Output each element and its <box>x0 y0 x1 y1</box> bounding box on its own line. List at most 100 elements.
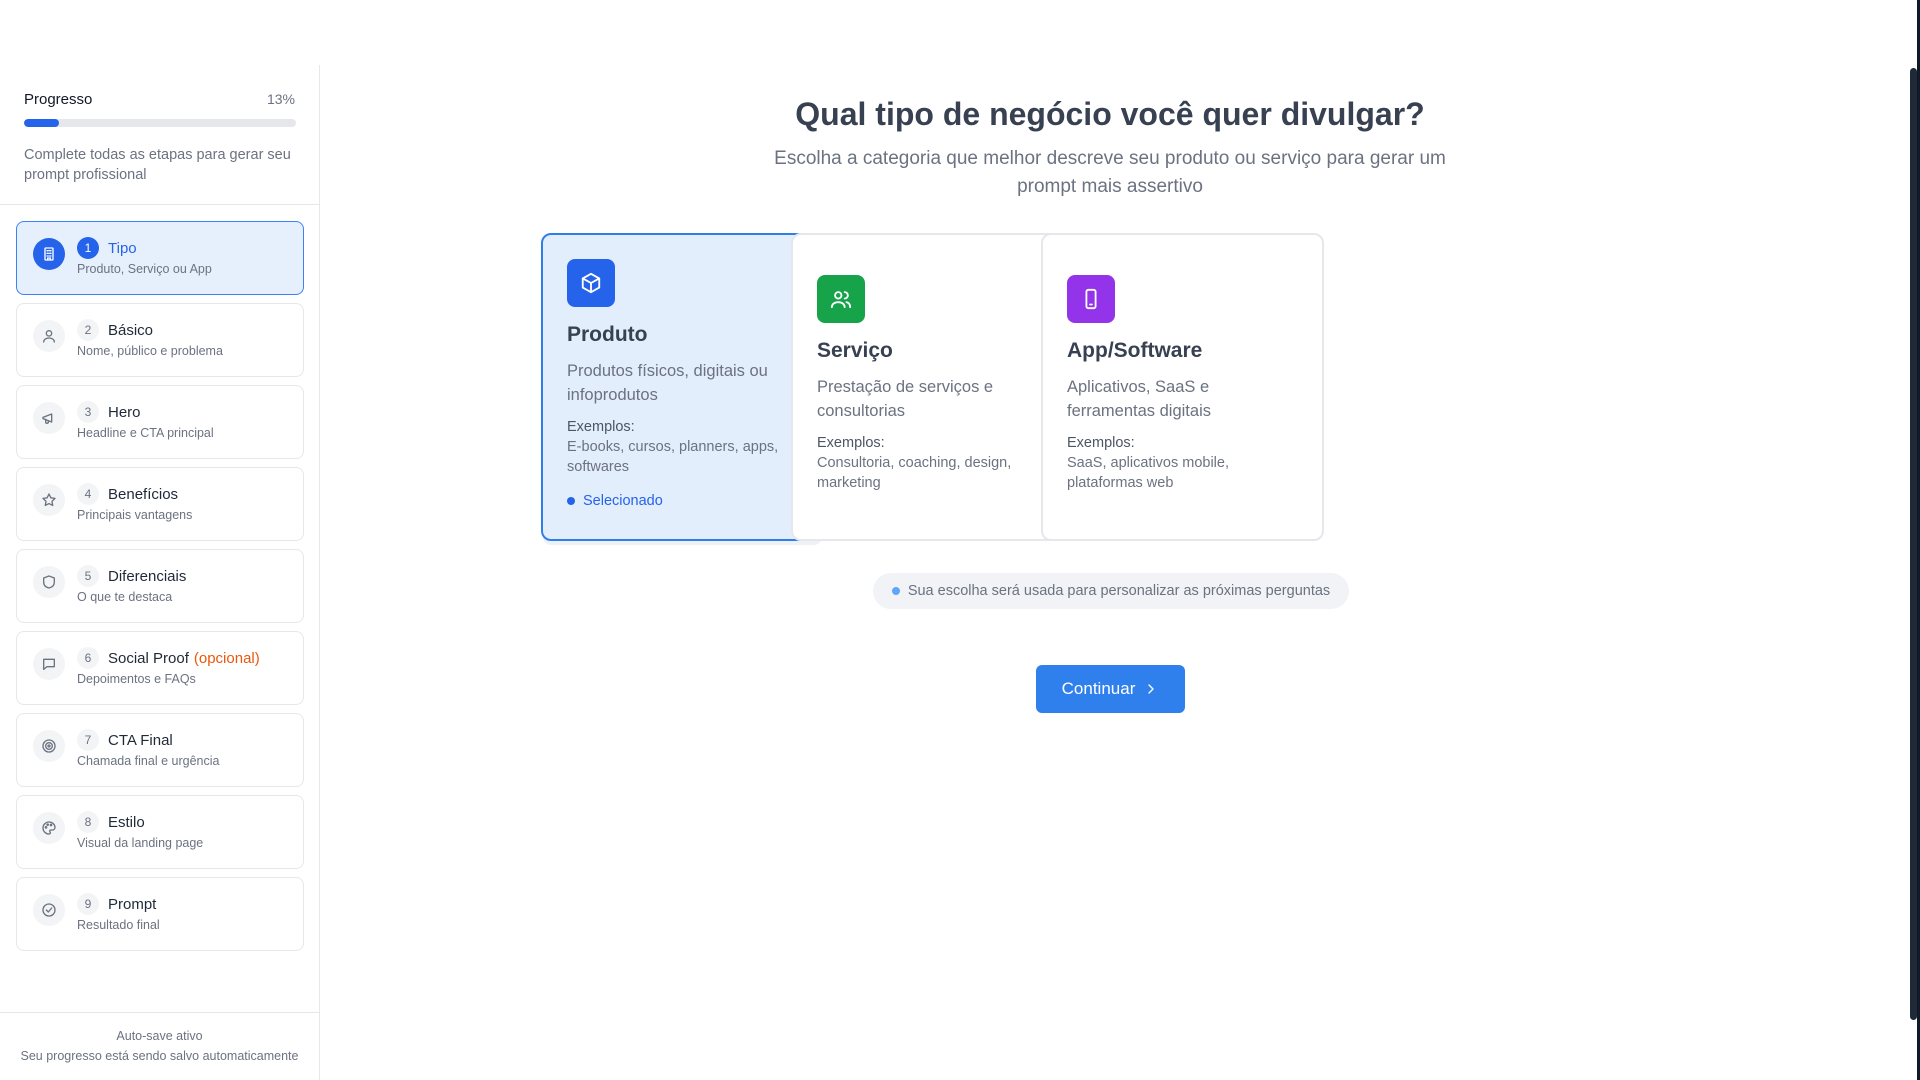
step-number: 3 <box>77 401 99 423</box>
sidebar-step-9[interactable]: 9 Prompt Resultado final <box>16 877 304 951</box>
sidebar-step-5[interactable]: 5 Diferenciais O que te destaca <box>16 549 304 623</box>
sidebar: Progresso 13% Complete todas as etapas p… <box>0 65 320 1080</box>
sidebar-step-2[interactable]: 2 Básico Nome, público e problema <box>16 303 304 377</box>
step-title-row: 3 Hero <box>77 401 214 423</box>
sidebar-step-7[interactable]: 7 CTA Final Chamada final e urgência <box>16 713 304 787</box>
card-description: Produtos físicos, digitais ou infoprodut… <box>567 362 768 404</box>
palette-icon <box>33 812 65 844</box>
card-examples-label: Exemplos: <box>817 435 885 451</box>
card-selected-indicator: Selecionado <box>567 493 798 509</box>
selected-dot <box>567 497 575 505</box>
step-title-row: 9 Prompt <box>77 893 160 915</box>
step-text: 1 Tipo Produto, Serviço ou App <box>77 237 212 276</box>
users-icon <box>817 275 865 323</box>
step-title: Social Proof <box>108 649 189 667</box>
step-optional-tag: (opcional) <box>193 649 260 667</box>
step-text: 3 Hero Headline e CTA principal <box>77 401 214 440</box>
card-examples: E-books, cursos, planners, apps, softwar… <box>567 439 779 475</box>
step-text: 5 Diferenciais O que te destaca <box>77 565 186 604</box>
progress-percent: 13% <box>266 91 295 107</box>
card-description: Aplicativos, SaaS e ferramentas digitais <box>1067 378 1211 420</box>
progress-bar <box>24 119 296 127</box>
autosave-panel: Auto-save ativo Seu progresso está sendo… <box>0 1012 319 1080</box>
card-title: Serviço <box>817 339 893 362</box>
progress-header: Progresso 13% <box>24 89 295 109</box>
card-title: Produto <box>567 323 648 346</box>
continue-button[interactable]: Continuar <box>1036 665 1185 713</box>
sidebar-step-6[interactable]: 6 Social Proof (opcional) Depoimentos e FAQ… <box>16 631 304 705</box>
scrollbar[interactable] <box>1906 0 1920 1080</box>
progress-bar-fill <box>24 119 60 127</box>
step-subtitle: Headline e CTA principal <box>77 426 214 440</box>
step-subtitle: Visual da landing page <box>77 836 204 850</box>
step-text: 8 Estilo Visual da landing page <box>77 811 203 850</box>
step-title: Básico <box>108 321 154 339</box>
step-number: 2 <box>77 319 99 341</box>
shield-icon <box>33 566 65 598</box>
step-title-row: 7 CTA Final <box>77 729 219 751</box>
card-examples-label: Exemplos: <box>567 419 635 435</box>
page-subtitle: Escolha a categoria que melhor descreve … <box>774 148 1446 197</box>
step-title: Benefícios <box>108 485 179 503</box>
sidebar-step-1[interactable]: 1 Tipo Produto, Serviço ou App <box>16 221 304 295</box>
hint-text: Sua escolha será usada para personalizar… <box>907 583 1331 599</box>
card-examples: SaaS, aplicativos mobile, plataformas we… <box>1067 455 1229 491</box>
step-title: Hero <box>108 403 141 421</box>
check-circle-icon <box>33 894 65 926</box>
step-number: 5 <box>77 565 99 587</box>
step-subtitle: Principais vantagens <box>77 508 193 522</box>
step-title-row: 2 Básico <box>77 319 223 341</box>
step-number: 1 <box>77 237 99 259</box>
autosave-description: Seu progresso está sendo salvo automatic… <box>20 1049 299 1063</box>
step-number: 6 <box>77 647 99 669</box>
business-type-card-3[interactable]: App/Software Aplicativos, SaaS e ferramen… <box>1041 233 1324 541</box>
message-icon <box>33 648 65 680</box>
step-subtitle: Nome, público e problema <box>77 344 223 358</box>
step-title-row: 1 Tipo <box>77 237 212 259</box>
step-title: Estilo <box>108 813 145 831</box>
target-icon <box>33 730 65 762</box>
step-subtitle: Resultado final <box>77 918 160 932</box>
scrollbar-thumb[interactable] <box>1910 68 1917 1020</box>
step-number: 8 <box>77 811 99 833</box>
autosave-title: Auto-save ativo <box>116 1029 203 1043</box>
megaphone-icon <box>33 402 65 434</box>
step-text: 2 Básico Nome, público e problema <box>77 319 223 358</box>
progress-label: Progresso <box>24 90 93 108</box>
step-text: 4 Benefícios Principais vantagens <box>77 483 192 522</box>
package-icon <box>567 259 615 307</box>
business-type-card-2[interactable]: Serviço Prestação de serviços e consultor… <box>791 233 1074 541</box>
step-subtitle: Depoimentos e FAQs <box>77 672 196 686</box>
card-examples: Consultoria, coaching, design, marketing <box>817 455 1012 491</box>
step-title: CTA Final <box>108 731 173 749</box>
step-title: Prompt <box>108 895 157 913</box>
steps-list: 1 Tipo Produto, Serviço ou App 2 Básico Nome,… <box>0 205 319 951</box>
step-title-row: 6 Social Proof (opcional) <box>77 647 260 669</box>
step-number: 7 <box>77 729 99 751</box>
step-title-row: 4 Benefícios <box>77 483 192 505</box>
sidebar-step-4[interactable]: 4 Benefícios Principais vantagens <box>16 467 304 541</box>
step-number: 4 <box>77 483 99 505</box>
sidebar-step-3[interactable]: 3 Hero Headline e CTA principal <box>16 385 304 459</box>
smartphone-icon <box>1067 275 1115 323</box>
main-content: Qual tipo de negócio você quer divulgar?… <box>321 0 1906 1080</box>
step-subtitle: Produto, Serviço ou App <box>77 262 212 276</box>
continue-label: Continuar <box>1061 679 1136 698</box>
progress-panel: Progresso 13% Complete todas as etapas p… <box>0 65 319 205</box>
step-text: 9 Prompt Resultado final <box>77 893 160 932</box>
step-subtitle: Chamada final e urgência <box>77 754 220 768</box>
hint-pill: Sua escolha será usada para personalizar… <box>873 573 1349 609</box>
step-number: 9 <box>77 893 99 915</box>
chevron-right-icon <box>1148 684 1155 694</box>
building-icon <box>33 238 65 270</box>
progress-description: Complete todas as etapas para gerar seu … <box>24 147 291 183</box>
card-title: App/Software <box>1067 339 1203 362</box>
step-subtitle: O que te destaca <box>77 590 173 604</box>
page-title: Qual tipo de negócio você quer divulgar? <box>795 96 1425 132</box>
card-description: Prestação de serviços e consultorias <box>817 378 994 420</box>
card-examples-label: Exemplos: <box>1067 435 1135 451</box>
step-title-row: 8 Estilo <box>77 811 203 833</box>
step-text: 7 CTA Final Chamada final e urgência <box>77 729 219 768</box>
sidebar-step-8[interactable]: 8 Estilo Visual da landing page <box>16 795 304 869</box>
business-type-card-1[interactable]: Produto Produtos físicos, digitais ou inf… <box>541 233 824 541</box>
